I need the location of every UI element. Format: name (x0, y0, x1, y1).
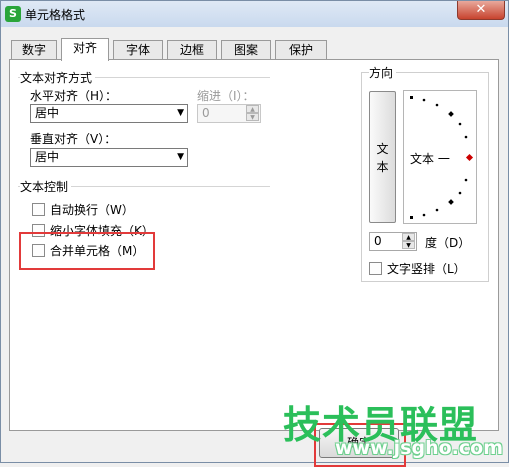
wps-app-icon: S (5, 6, 21, 22)
degrees-spinner[interactable]: 0 ▲ ▼ (369, 232, 417, 251)
dialog-title: 单元格格式 (25, 8, 86, 22)
indent-label: 缩进（I）： (197, 89, 255, 103)
indent-value: 0 (202, 106, 210, 120)
watermark-url: www.jsgho.com (335, 437, 503, 459)
chevron-down-icon: ▼ (177, 152, 184, 162)
horizontal-align-label: 水平对齐（H）： (30, 89, 118, 103)
merge-cells-highlight-box (19, 232, 155, 270)
vertical-layout-label: 文字竖排（L） (387, 262, 466, 276)
dial-indicator-0[interactable] (465, 153, 474, 162)
dial-dot (435, 103, 439, 107)
degrees-value: 0 (374, 234, 382, 248)
dial-dot (464, 135, 468, 139)
orientation-dial[interactable]: 文本 一 (403, 90, 477, 224)
tab-number[interactable]: 数字 (11, 40, 57, 60)
tab-border[interactable]: 边框 (167, 40, 217, 60)
dial-dot (458, 191, 462, 195)
spin-down-icon[interactable]: ▼ (402, 241, 415, 249)
dial-text: 文本 一 (410, 152, 450, 166)
close-button[interactable]: ✕ (457, 1, 505, 20)
vertical-text-char-2: 本 (376, 160, 389, 174)
tab-pattern[interactable]: 图案 (221, 40, 271, 60)
vertical-align-select[interactable]: 居中 ▼ (30, 148, 188, 167)
dial-marker-45 (448, 111, 454, 117)
vertical-layout-checkbox[interactable] (369, 262, 382, 275)
dial-dot (435, 208, 439, 212)
vertical-text-button[interactable]: 文 本 (369, 91, 396, 223)
vertical-align-label: 垂直对齐（V）： (30, 132, 117, 146)
spin-up-icon[interactable]: ▲ (246, 105, 259, 113)
dial-dot (422, 98, 426, 102)
text-control-group-title: 文本控制 (20, 178, 72, 195)
dial-dot (422, 213, 426, 217)
dial-dot (458, 122, 462, 126)
tab-font[interactable]: 字体 (113, 40, 163, 60)
vertical-align-value: 居中 (35, 150, 60, 164)
dial-dot (464, 178, 468, 182)
tab-alignment[interactable]: 对齐 (61, 38, 109, 61)
degrees-label: 度（D） (425, 236, 471, 250)
cell-format-dialog: S 单元格格式 ✕ 数字 对齐 字体 边框 图案 保护 文本对齐方式 水平对齐（… (0, 0, 509, 467)
dial-marker-minus45 (448, 199, 454, 205)
orientation-group-title: 方向 (369, 64, 397, 81)
dial-marker-minus90 (410, 216, 413, 219)
spin-up-icon[interactable]: ▲ (402, 233, 415, 241)
indent-spinner[interactable]: 0 ▲ ▼ (197, 104, 261, 123)
vertical-text-char-1: 文 (376, 142, 389, 156)
dial-marker-90 (410, 96, 413, 99)
horizontal-align-value: 居中 (35, 106, 60, 120)
chevron-down-icon: ▼ (177, 108, 184, 118)
horizontal-align-select[interactable]: 居中 ▼ (30, 104, 188, 123)
wrap-text-label: 自动换行（W） (50, 203, 134, 217)
spin-down-icon[interactable]: ▼ (246, 113, 259, 121)
title-bar: S 单元格格式 ✕ (1, 1, 508, 27)
wrap-text-checkbox[interactable] (32, 203, 45, 216)
tab-protection[interactable]: 保护 (275, 40, 327, 60)
alignment-group-title: 文本对齐方式 (20, 69, 96, 86)
